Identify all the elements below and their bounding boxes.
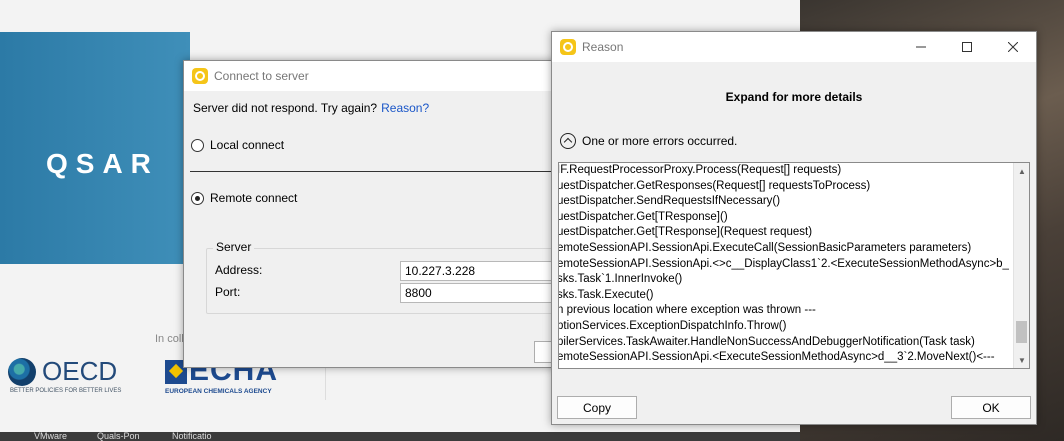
minimize-button[interactable] [898,32,944,62]
minimize-icon [916,46,926,48]
reason-dialog: Reason Expand for more details One or mo… [551,31,1037,425]
maximize-icon [962,42,972,52]
remote-connect-label: Remote connect [210,191,298,205]
oecd-logo-name: OECD [42,356,118,386]
error-detail-line: emoteSessionAPI.SessionApi.<ExecuteSessi… [559,351,995,364]
remote-connect-radio-dot[interactable] [191,191,204,205]
taskbar-item-vmware[interactable]: VMware [34,432,67,441]
expander-label: One or more errors occurred. [582,134,738,148]
close-button[interactable] [990,32,1036,62]
oecd-logo-tagline: BETTER POLICIES FOR BETTER LIVES [10,388,122,394]
scroll-down-arrow-icon[interactable]: ▼ [1014,352,1029,368]
address-input[interactable] [400,261,560,281]
qsar-banner-text: QSAR [46,148,159,179]
close-icon [1008,42,1018,52]
error-detail-line: pilerServices.TaskAwaiter.HandleNonSucce… [559,335,975,348]
taskbar: VMware Quals-Pon Notificatio [0,432,800,441]
error-detail-line: emoteSessionAPI.SessionApi.<>c__DisplayC… [559,257,1009,270]
error-detail-line: emoteSessionAPI.SessionApi.ExecuteCall(S… [559,241,972,254]
error-expander[interactable]: One or more errors occurred. [560,133,737,149]
maximize-button[interactable] [944,32,990,62]
copy-button[interactable]: Copy [557,396,637,419]
error-detail-line: ptionServices.ExceptionDispatchInfo.Thro… [559,319,787,332]
server-group-label: Server [213,240,255,254]
error-detail-line: uestDispatcher.SendRequestsIfNecessary() [559,195,781,208]
connect-titlebar[interactable]: Connect to server [184,61,562,91]
error-detail-line: uestDispatcher.Get[TResponse]() [559,210,728,223]
qsar-app-icon [560,39,576,55]
error-detail-line: IF.RequestProcessorProxy.Process(Request… [559,164,842,176]
reason-heading: Expand for more details [725,90,863,104]
reason-title: Reason [582,40,624,54]
details-scrollbar[interactable]: ▲ ▼ [1013,163,1029,368]
ok-button[interactable]: OK [951,396,1031,419]
local-connect-radio[interactable]: Local connect [191,138,284,152]
error-detail-line: sks.Task.Execute() [559,288,654,301]
oecd-logo-icon [8,358,36,386]
server-groupbox: Server [206,240,566,314]
error-detail-line: n previous location where exception was … [559,304,816,317]
port-input[interactable] [400,283,560,303]
connect-divider [190,171,562,172]
error-detail-line: uestDispatcher.Get[TResponse](Request re… [559,226,813,239]
error-details-textbox[interactable]: IF.RequestProcessorProxy.Process(Request… [558,162,1030,369]
error-detail-line: uestDispatcher.GetResponses(Request[] re… [559,179,871,192]
collaboration-label: In coll [155,333,184,345]
error-detail-line: sks.Task`1.InnerInvoke() [559,273,683,286]
chevron-up-icon[interactable] [560,133,576,149]
scroll-up-arrow-icon[interactable]: ▲ [1014,163,1029,179]
address-label: Address: [215,263,263,277]
remote-connect-radio[interactable]: Remote connect [191,191,297,205]
echa-logo-tagline: EUROPEAN CHEMICALS AGENCY [165,388,272,395]
error-details-lines: IF.RequestProcessorProxy.Process(Request… [559,163,1013,368]
port-label: Port: [215,285,241,299]
connect-message-text: Server did not respond. Try again? [193,101,378,115]
qsar-app-icon [192,68,208,84]
connect-title: Connect to server [214,69,309,83]
local-connect-label: Local connect [210,138,285,152]
connect-message: Server did not respond. Try again? Reason… [193,101,429,115]
reason-link[interactable]: Reason? [381,101,429,115]
connect-dialog: Connect to server Server did not respond… [183,60,566,368]
scrollbar-thumb[interactable] [1016,321,1027,343]
taskbar-item-notifications[interactable]: Notificatio [172,432,212,441]
local-connect-radio-dot[interactable] [191,138,204,152]
taskbar-item-quals[interactable]: Quals-Pon [97,432,140,441]
